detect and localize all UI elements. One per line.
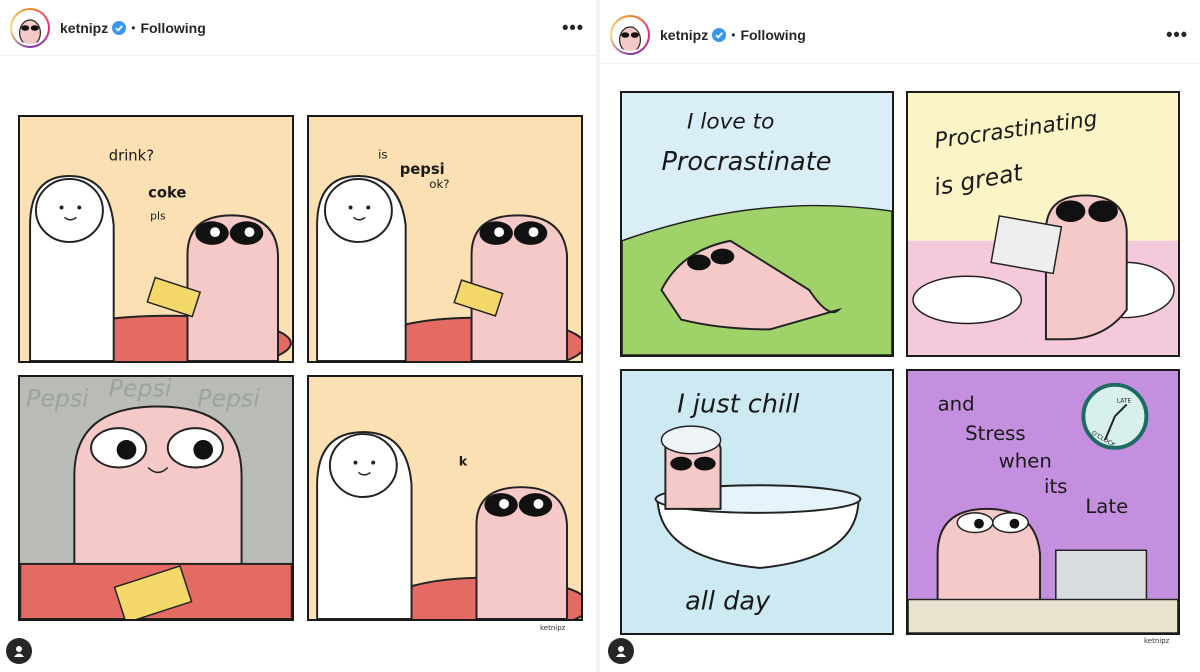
avatar[interactable] bbox=[10, 7, 50, 48]
avatar-character-icon bbox=[614, 18, 646, 51]
speech-text: pls bbox=[150, 209, 166, 222]
avatar-character-icon bbox=[14, 11, 46, 44]
caption-text: all day bbox=[685, 586, 771, 616]
verified-badge-icon bbox=[712, 27, 727, 42]
separator-dot: • bbox=[731, 27, 736, 42]
speech-text: coke bbox=[148, 185, 186, 202]
ellipsis-icon[interactable]: ••• bbox=[562, 17, 584, 38]
caption-text: its bbox=[1044, 475, 1067, 498]
following-button[interactable]: Following bbox=[740, 27, 805, 43]
left-post: ketnipz • Following ••• drink? coke pls … bbox=[0, 0, 596, 672]
speech-text: ok? bbox=[429, 177, 449, 191]
caption-text: when bbox=[999, 450, 1052, 473]
comic-panel-3: I just chill all day bbox=[620, 369, 894, 635]
comic-panel-4: k bbox=[307, 375, 583, 621]
background-text: Pepsi bbox=[197, 385, 260, 413]
separator-dot: • bbox=[131, 20, 136, 35]
caption-text: Procrastinating bbox=[933, 107, 1099, 155]
avatar[interactable] bbox=[610, 14, 650, 55]
following-button[interactable]: Following bbox=[140, 20, 205, 36]
verified-badge-icon bbox=[112, 20, 127, 35]
comic-panel-1: I love to Procrastinate bbox=[620, 91, 894, 357]
comic-panel-1: drink? coke pls bbox=[18, 115, 294, 363]
speech-text: k bbox=[459, 455, 468, 470]
tagged-user-icon[interactable] bbox=[608, 638, 634, 664]
username-link[interactable]: ketnipz bbox=[660, 27, 708, 43]
comic-panel-3: Pepsi Pepsi Pepsi bbox=[18, 375, 294, 621]
artist-signature: ketnipz bbox=[1144, 637, 1170, 645]
username-link[interactable]: ketnipz bbox=[60, 20, 108, 36]
tagged-user-icon[interactable] bbox=[6, 638, 32, 664]
caption-text: Stress bbox=[965, 422, 1026, 445]
caption-text: Procrastinate bbox=[661, 147, 831, 177]
speech-text: drink? bbox=[109, 147, 154, 164]
background-text: Pepsi bbox=[109, 377, 172, 403]
ellipsis-icon[interactable]: ••• bbox=[1166, 24, 1188, 45]
clock-label: LATE bbox=[1117, 399, 1132, 405]
comic-panel-4: LATE O'CLOCK and Stress when its Late bbox=[906, 369, 1180, 635]
speech-text: pepsi bbox=[400, 161, 445, 178]
background-text: Pepsi bbox=[26, 385, 89, 413]
caption-text: I just chill bbox=[677, 389, 799, 419]
post-header: ketnipz • Following ••• bbox=[600, 6, 1200, 64]
caption-text: is great bbox=[932, 158, 1026, 201]
artist-signature: ketnipz bbox=[540, 624, 566, 632]
post-header: ketnipz • Following ••• bbox=[0, 0, 596, 56]
comic-panel-2: is pepsi ok? bbox=[307, 115, 583, 363]
post-image[interactable]: drink? coke pls is pepsi ok? Pepsi Pepsi… bbox=[0, 57, 596, 672]
right-post: ketnipz • Following ••• I love to Procra… bbox=[600, 0, 1200, 672]
post-image[interactable]: I love to Procrastinate Procrastinating … bbox=[600, 65, 1200, 672]
caption-text: and bbox=[938, 392, 975, 415]
speech-text: is bbox=[378, 147, 387, 161]
caption-text: I love to bbox=[687, 109, 774, 134]
caption-text: Late bbox=[1085, 495, 1128, 518]
comic-panel-2: Procrastinating is great bbox=[906, 91, 1180, 357]
